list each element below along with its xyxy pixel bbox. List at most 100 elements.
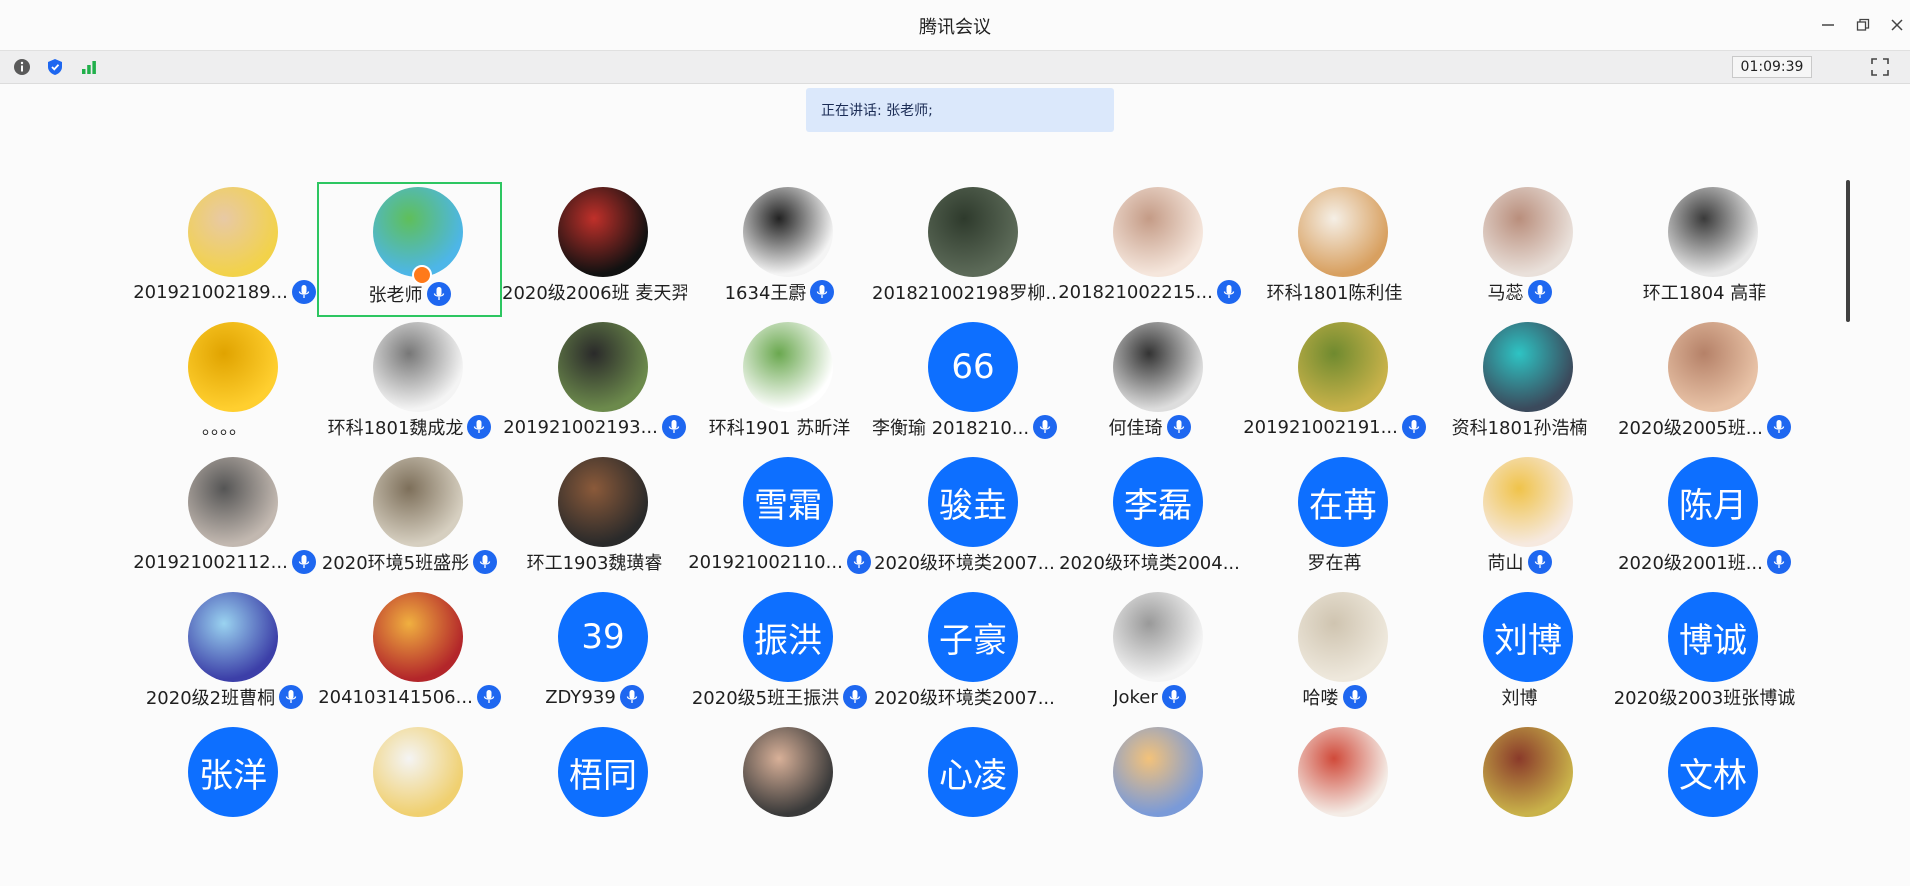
avatar-initials: 心凌 (928, 727, 1018, 817)
participant-tile[interactable]: 环科1901 苏昕洋 (687, 317, 872, 452)
participant-tile[interactable]: 204103141506... (317, 587, 502, 722)
participant-name-row: ZDY939 (502, 685, 687, 709)
participant-name-row: 马蕊 (1427, 280, 1612, 304)
participant-tile[interactable]: 2020环境5班盛彤 (317, 452, 502, 587)
meeting-toolbar: 01:09:39 (0, 50, 1910, 84)
participant-tile[interactable]: 张洋 (132, 722, 317, 857)
participant-tile[interactable]: 刘博 刘博 (1427, 587, 1612, 722)
title-bar: 腾讯会议 (0, 0, 1910, 50)
info-icon[interactable] (10, 55, 34, 79)
mic-icon (1527, 550, 1552, 574)
participant-tile[interactable]: 陈月 2020级2001班... (1612, 452, 1797, 587)
participant-tile[interactable]: 李磊 2020级环境类2004... (1057, 452, 1242, 587)
participant-name-row: 2020级环境类2007... (872, 550, 1057, 574)
avatar-initials: 李磊 (1113, 457, 1203, 547)
mic-icon (810, 280, 835, 304)
participant-tile[interactable]: 心凌 (872, 722, 1057, 857)
mic-icon (1161, 685, 1186, 709)
participant-tile[interactable] (1242, 722, 1427, 857)
window-title: 腾讯会议 (919, 17, 991, 38)
participant-tile[interactable]: 何佳琦 (1057, 317, 1242, 452)
participant-name: 2020级2005班... (1618, 418, 1763, 439)
participant-tile[interactable]: 66 李衡瑜 2018210... (872, 317, 1057, 452)
shield-icon[interactable] (43, 55, 67, 79)
participant-tile[interactable]: 环科1801陈利佳 (1242, 182, 1427, 317)
participant-name-row: 204103141506... (317, 685, 502, 709)
participant-name-row: 罗在苒 (1242, 550, 1427, 574)
participant-name: 刘博 (1501, 688, 1538, 709)
participant-tile[interactable]: 环工1903魏璜睿 (502, 452, 687, 587)
avatar-image (373, 187, 463, 277)
speaking-banner: 正在讲话: 张老师; (806, 88, 1114, 132)
participant-tile[interactable]: 在苒 罗在苒 (1242, 452, 1427, 587)
participant-name-row: 2020级2005班... (1612, 415, 1797, 439)
mic-icon (279, 685, 304, 709)
participant-name: 2020级环境类2007... (874, 688, 1055, 709)
mic-icon (1033, 415, 1057, 439)
participant-tile[interactable]: 张老师 (317, 182, 502, 317)
participant-name-row: 哈喽 (1242, 685, 1427, 709)
participant-name: 张老师 (368, 285, 423, 306)
participant-tile[interactable] (1057, 722, 1242, 857)
participant-tile[interactable] (687, 722, 872, 857)
participant-tile[interactable]: 雪霜 201921002110... (687, 452, 872, 587)
participant-name: 201921002193... (503, 416, 658, 438)
participant-tile[interactable] (1427, 722, 1612, 857)
mic-icon (473, 550, 498, 574)
fullscreen-icon[interactable] (1868, 55, 1892, 79)
participant-name-row: 2020级2003班张博诚 (1612, 685, 1797, 709)
participant-name-row: 2020级2班曹桐 (132, 685, 317, 709)
participant-tile[interactable]: 201821002215... (1057, 182, 1242, 317)
avatar-initials: 张洋 (188, 727, 278, 817)
participant-tile[interactable]: 骏垚 2020级环境类2007... (872, 452, 1057, 587)
participant-name-row: 环工1903魏璜睿 (502, 550, 687, 574)
participant-tile[interactable]: 。。。。 (132, 317, 317, 452)
minimize-icon[interactable] (1815, 12, 1841, 38)
participant-name: 2020级2班曹桐 (145, 688, 276, 709)
participant-tile[interactable] (317, 722, 502, 857)
close-icon[interactable] (1884, 12, 1910, 38)
grid-scrollbar[interactable] (1846, 180, 1850, 322)
participant-tile[interactable]: 201921002189... (132, 182, 317, 317)
participant-name: 。。。。 (202, 418, 247, 439)
participant-tile[interactable]: 2020级2005班... (1612, 317, 1797, 452)
avatar-initials: 文林 (1668, 727, 1758, 817)
participant-name: 201921002110... (688, 551, 843, 573)
participant-name: 2020级5班王振洪 (691, 688, 840, 709)
participant-tile[interactable]: 39 ZDY939 (502, 587, 687, 722)
participant-tile[interactable]: 201921002191... (1242, 317, 1427, 452)
participant-tile[interactable]: Joker (1057, 587, 1242, 722)
avatar-image (1113, 322, 1203, 412)
participant-tile[interactable]: 2020级2班曹桐 (132, 587, 317, 722)
participant-tile[interactable]: 文林 (1612, 722, 1797, 857)
participant-name-row: 环科1901 苏昕洋 (687, 415, 872, 439)
participant-name-row: 。。。。 (132, 415, 317, 439)
avatar-image (558, 322, 648, 412)
mic-icon (843, 685, 868, 709)
participant-tile[interactable]: 201921002112... (132, 452, 317, 587)
participant-tile[interactable]: 2020级2006班 麦天羿 (502, 182, 687, 317)
signal-icon[interactable] (77, 55, 101, 79)
participant-name-row: 201921002112... (132, 550, 317, 574)
participant-tile[interactable]: 资科1801孙浩楠 (1427, 317, 1612, 452)
participant-tile[interactable]: 201821002198罗柳... (872, 182, 1057, 317)
participant-name-row: 2020级2001班... (1612, 550, 1797, 574)
participant-tile[interactable]: 子豪 2020级环境类2007... (872, 587, 1057, 722)
participant-tile[interactable]: 马蕊 (1427, 182, 1612, 317)
participant-tile[interactable]: 梧同 (502, 722, 687, 857)
participant-tile[interactable]: 1634王霨 (687, 182, 872, 317)
participant-tile[interactable]: 201921002193... (502, 317, 687, 452)
participant-tile[interactable]: 博诚 2020级2003班张博诚 (1612, 587, 1797, 722)
participant-name: 环科1801魏成龙 (327, 418, 464, 439)
participant-name: 环科1801陈利佳 (1266, 283, 1403, 304)
restore-icon[interactable] (1850, 12, 1876, 38)
participant-tile[interactable]: 苘山 (1427, 452, 1612, 587)
participant-tile[interactable]: 哈喽 (1242, 587, 1427, 722)
participant-tile[interactable]: 振洪 2020级5班王振洪 (687, 587, 872, 722)
avatar-image (373, 457, 463, 547)
participant-tile[interactable]: 环工1804 高菲 (1612, 182, 1797, 317)
avatar-initials: 骏垚 (928, 457, 1018, 547)
participant-name: 苘山 (1487, 553, 1524, 574)
participant-tile[interactable]: 环科1801魏成龙 (317, 317, 502, 452)
avatar-image (1483, 457, 1573, 547)
